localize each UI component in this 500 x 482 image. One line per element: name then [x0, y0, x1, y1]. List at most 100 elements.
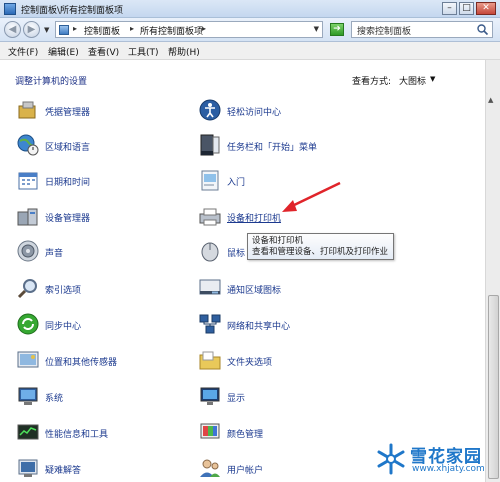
item-label[interactable]: 位置和其他传感器: [45, 355, 117, 368]
taskbar-icon: [200, 134, 220, 156]
item-label[interactable]: 声音: [45, 246, 63, 259]
item-device-manager[interactable]: 设备管理器: [16, 204, 176, 234]
watermark: 雪花家园 www.xhjaty.com: [372, 440, 496, 480]
item-devices-printers[interactable]: 设备和打印机: [198, 204, 358, 234]
tooltip-description: 查看和管理设备、打印机及打印作业: [252, 247, 389, 257]
magnifier-icon: [17, 279, 37, 299]
menu-file[interactable]: 文件(F): [8, 45, 38, 58]
item-taskbar-start-menu[interactable]: 任务栏和「开始」菜单: [198, 133, 358, 163]
item-label[interactable]: 日期和时间: [45, 175, 90, 188]
item-label[interactable]: 设备和打印机: [227, 211, 281, 224]
watermark-url: www.xhjaty.com: [412, 464, 485, 474]
item-color-management[interactable]: 颜色管理: [198, 420, 358, 450]
getting-started-icon: [201, 170, 219, 191]
chevron-right-icon[interactable]: ▸: [130, 24, 134, 33]
maximize-button[interactable]: □: [459, 2, 474, 15]
color-management-icon: [200, 423, 220, 439]
globe-clock-icon: [17, 134, 39, 156]
sensor-icon: [17, 351, 39, 368]
chevron-down-icon[interactable]: ▼: [430, 75, 435, 83]
item-network-sharing[interactable]: 网络和共享中心: [198, 312, 358, 342]
network-icon: [199, 314, 221, 334]
breadcrumb-control-panel[interactable]: 控制面板: [84, 24, 120, 37]
credential-manager-icon: [18, 101, 36, 119]
control-panel-icon: [4, 3, 16, 15]
item-label[interactable]: 索引选项: [45, 283, 81, 296]
troubleshoot-icon: [18, 459, 38, 477]
menu-edit[interactable]: 编辑(E): [48, 45, 79, 58]
search-input[interactable]: 搜索控制面板: [351, 21, 493, 38]
item-user-accounts[interactable]: 用户帐户: [198, 456, 358, 482]
item-region-language[interactable]: 区域和语言: [16, 133, 176, 163]
item-label[interactable]: 同步中心: [45, 319, 81, 332]
item-label[interactable]: 疑难解答: [45, 463, 81, 476]
item-troubleshooting[interactable]: 疑难解答: [16, 456, 176, 482]
control-panel-icon: [59, 25, 69, 35]
computer-icon: [18, 387, 38, 405]
item-label[interactable]: 系统: [45, 391, 63, 404]
breadcrumb[interactable]: ▸ 控制面板 ▸ 所有控制面板项 ▸ ▼: [55, 21, 323, 38]
item-folder-options[interactable]: 文件夹选项: [198, 348, 358, 378]
refresh-button[interactable]: ➔: [330, 23, 344, 36]
item-label[interactable]: 用户帐户: [227, 463, 263, 476]
item-label[interactable]: 性能信息和工具: [45, 427, 108, 440]
display-icon: [200, 387, 220, 405]
menu-bar: 文件(F) 编辑(E) 查看(V) 工具(T) 帮助(H): [0, 42, 500, 60]
item-date-time[interactable]: 日期和时间: [16, 168, 176, 198]
back-button[interactable]: ◀: [4, 21, 21, 38]
printer-icon: [199, 208, 221, 226]
item-label[interactable]: 网络和共享中心: [227, 319, 290, 332]
item-label[interactable]: 区域和语言: [45, 140, 90, 153]
breadcrumb-all-items[interactable]: 所有控制面板项: [140, 24, 203, 37]
item-label[interactable]: 文件夹选项: [227, 355, 272, 368]
item-label[interactable]: 入门: [227, 175, 245, 188]
user-accounts-icon: [200, 459, 220, 477]
scroll-up-icon[interactable]: ▲: [488, 96, 493, 104]
mouse-icon: [201, 242, 219, 262]
forward-button[interactable]: ▶: [23, 21, 40, 38]
chevron-right-icon[interactable]: ▸: [202, 24, 206, 33]
item-label[interactable]: 凭据管理器: [45, 105, 90, 118]
item-ease-of-access[interactable]: 轻松访问中心: [198, 98, 358, 128]
calendar-icon: [18, 172, 38, 190]
menu-help[interactable]: 帮助(H): [168, 45, 200, 58]
item-label[interactable]: 任务栏和「开始」菜单: [227, 140, 317, 153]
minimize-button[interactable]: –: [442, 2, 457, 15]
item-credential-manager[interactable]: 凭据管理器: [16, 98, 176, 128]
menu-tools[interactable]: 工具(T): [128, 45, 159, 58]
tooltip: 设备和打印机 查看和管理设备、打印机及打印作业: [247, 233, 394, 260]
window-title: 控制面板\所有控制面板项: [21, 6, 124, 16]
item-getting-started[interactable]: 入门: [198, 168, 358, 198]
item-sync-center[interactable]: 同步中心: [16, 312, 176, 342]
page-heading: 调整计算机的设置: [15, 77, 88, 87]
performance-icon: [17, 424, 39, 440]
item-indexing-options[interactable]: 索引选项: [16, 276, 176, 306]
item-label[interactable]: 颜色管理: [227, 427, 263, 440]
address-bar: ◀ ▶ ▼ ▸ 控制面板 ▸ 所有控制面板项 ▸ ▼ ➔ 搜索控制面板: [0, 18, 500, 42]
item-label[interactable]: 设备管理器: [45, 211, 90, 224]
item-label[interactable]: 显示: [227, 391, 245, 404]
content-pane: 调整计算机的设置 查看方式: 大图标 ▼ 凭据管理器 区域和语言 日期和时间 设…: [0, 60, 485, 482]
item-label[interactable]: 鼠标: [227, 246, 245, 259]
search-icon[interactable]: [476, 23, 489, 36]
folder-options-icon: [199, 351, 221, 370]
item-label[interactable]: 通知区域图标: [227, 283, 281, 296]
snowflake-logo: [377, 443, 405, 475]
close-button[interactable]: ✕: [476, 2, 496, 15]
vertical-scrollbar[interactable]: ▲: [485, 60, 500, 482]
ease-of-access-icon: [199, 99, 221, 121]
menu-view[interactable]: 查看(V): [88, 45, 119, 58]
item-performance[interactable]: 性能信息和工具: [16, 420, 176, 450]
item-display[interactable]: 显示: [198, 384, 358, 414]
item-notification-area-icons[interactable]: 通知区域图标: [198, 276, 358, 306]
title-bar: 控制面板\所有控制面板项 – □ ✕: [0, 0, 500, 18]
view-mode-selector[interactable]: 大图标: [399, 74, 426, 87]
item-system[interactable]: 系统: [16, 384, 176, 414]
chevron-right-icon[interactable]: ▸: [73, 24, 77, 33]
address-dropdown-button[interactable]: ▼: [314, 25, 319, 33]
item-label[interactable]: 轻松访问中心: [227, 105, 281, 118]
item-sound[interactable]: 声音: [16, 239, 176, 269]
recent-pages-dropdown[interactable]: ▼: [44, 26, 49, 34]
item-location-sensors[interactable]: 位置和其他传感器: [16, 348, 176, 378]
speaker-icon: [17, 240, 39, 262]
